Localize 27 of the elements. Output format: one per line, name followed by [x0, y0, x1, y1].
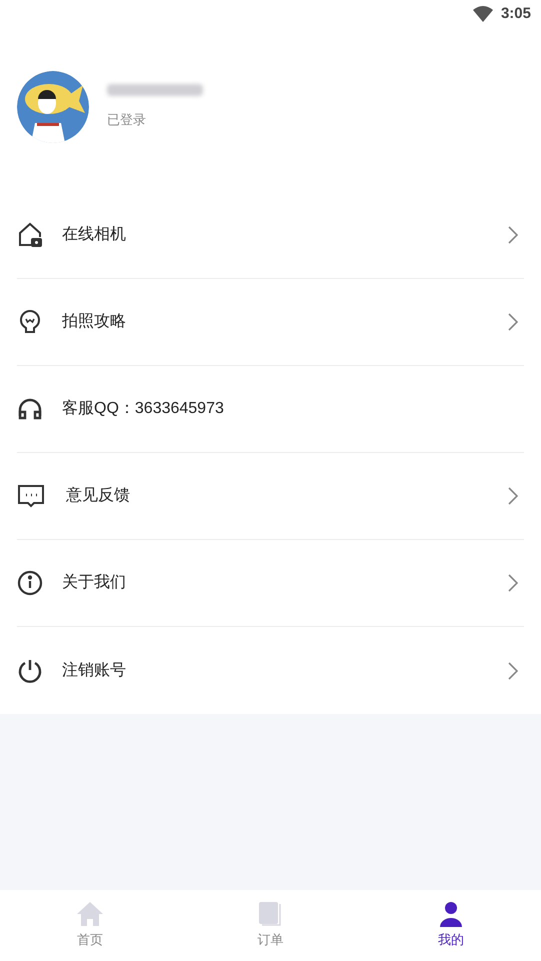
menu-label: 在线相机	[62, 224, 126, 245]
info-icon	[17, 570, 43, 596]
book-icon	[258, 901, 282, 928]
menu-item[interactable]: 拍照攻略	[17, 279, 524, 366]
menu-label: 意见反馈	[65, 486, 130, 506]
wifi-icon	[472, 6, 493, 22]
menu-label: 客服QQ：3633645973	[62, 398, 224, 419]
nav-tab[interactable]: 订单	[180, 890, 361, 961]
menu-item[interactable]: 意见反馈	[17, 453, 524, 540]
login-status: 已登录	[107, 111, 147, 130]
nav-tab[interactable]: 我的	[360, 890, 541, 961]
menu-item[interactable]: 在线相机	[17, 192, 524, 279]
menu-label: 拍照攻略	[62, 312, 126, 332]
power-icon	[17, 658, 43, 684]
menu-label: 关于我们	[62, 572, 126, 593]
menu-label: 注销账号	[62, 660, 126, 680]
menu-item[interactable]: 关于我们	[17, 540, 524, 627]
lightbulb-icon	[17, 309, 43, 335]
house-camera-icon	[17, 222, 43, 248]
menu-item[interactable]: 注销账号	[17, 627, 524, 714]
nav-tab[interactable]: 首页	[0, 890, 180, 961]
user-icon	[438, 901, 464, 928]
menu-item[interactable]: 客服QQ：3633645973	[17, 366, 524, 453]
home-icon	[76, 901, 104, 928]
headphones-icon	[17, 396, 43, 422]
status-time: 3:05	[500, 4, 531, 24]
chat-bubble-icon	[17, 483, 45, 509]
